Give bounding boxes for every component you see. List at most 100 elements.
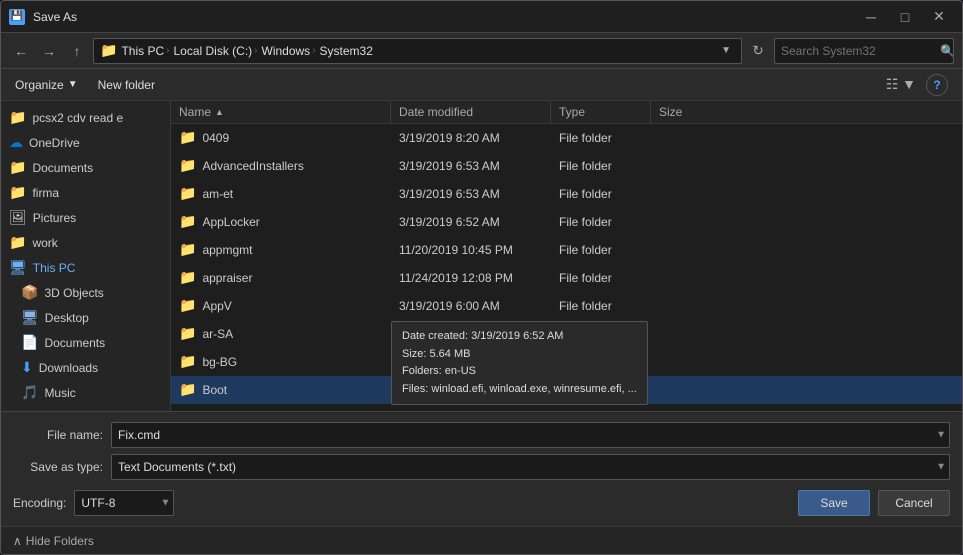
file-type-cell: File folder	[551, 268, 651, 288]
sidebar-item-firma[interactable]: 📁 firma	[1, 180, 170, 205]
table-row[interactable]: 📁 appmgmt 11/20/2019 10:45 PM File folde…	[171, 236, 962, 264]
table-row[interactable]: 📁 appraiser 11/24/2019 12:08 PM File fol…	[171, 264, 962, 292]
file-type-cell: File folder	[551, 156, 651, 176]
file-date-cell: 12/13/2019 1:56 AM	[391, 380, 551, 400]
file-name-cell: 📁 Bthprops	[171, 406, 391, 411]
chevron-icon-3: ›	[312, 45, 315, 56]
table-row[interactable]: 📁 am-et 3/19/2019 6:53 AM File folder	[171, 180, 962, 208]
file-type-cell: File folder	[551, 324, 651, 344]
main-content: 📁 pcsx2 cdv read e ☁ OneDrive 📁 Document…	[1, 101, 962, 411]
file-name-label: appmgmt	[202, 243, 252, 257]
file-name-cell: 📁 Boot	[171, 378, 391, 401]
sidebar-documents-icon: 📁	[9, 159, 26, 176]
file-date-cell: 3/19/2019 6:53 AM	[391, 184, 551, 204]
file-type-cell: File folder	[551, 128, 651, 148]
file-size-cell	[651, 303, 962, 309]
sidebar-desktop-icon: 🖥	[21, 309, 39, 326]
table-row[interactable]: 📁 0409 3/19/2019 8:20 AM File folder	[171, 124, 962, 152]
table-row[interactable]: 📁 bg-BG 3/19/2019 8:22 AM File folder	[171, 348, 962, 376]
folder-icon: 📁	[179, 325, 196, 342]
address-bar[interactable]: 📁 This PC › Local Disk (C:) › Windows › …	[93, 38, 742, 64]
sidebar-music-icon: 🎵	[21, 384, 38, 401]
column-header-date[interactable]: Date modified	[391, 101, 551, 123]
sidebar-item-3dobjects[interactable]: 📦 3D Objects	[1, 280, 170, 305]
table-row[interactable]: 📁 Boot 12/13/2019 1:56 AM File folder	[171, 376, 962, 404]
up-button[interactable]: ↑	[65, 39, 89, 63]
close-button[interactable]: ✕	[924, 7, 954, 27]
savetype-input[interactable]	[111, 454, 950, 480]
hide-folders-arrow-icon: ∧	[13, 534, 22, 548]
sidebar-item-quickaccess-folder[interactable]: 📁 pcsx2 cdv read e	[1, 105, 170, 130]
cancel-button[interactable]: Cancel	[878, 490, 950, 516]
address-segment-localdisk: Local Disk (C:) ›	[173, 44, 257, 58]
file-size-cell	[651, 163, 962, 169]
file-name-cell: 📁 AppLocker	[171, 210, 391, 233]
table-row[interactable]: 📁 AppLocker 3/19/2019 6:52 AM File folde…	[171, 208, 962, 236]
dialog-icon: 💾	[9, 9, 25, 25]
sidebar-item-pictures[interactable]: 🖼 Pictures	[1, 205, 170, 230]
sidebar-3dobjects-icon: 📦	[21, 284, 38, 301]
sidebar-item-desktop[interactable]: 🖥 Desktop	[1, 305, 170, 330]
sidebar-item-documents-pc[interactable]: 📄 Documents	[1, 330, 170, 355]
save-button[interactable]: Save	[798, 490, 870, 516]
file-type-cell: File folder	[551, 408, 651, 412]
file-name-cell: 📁 AppV	[171, 294, 391, 317]
savetype-label: Save as type:	[13, 460, 103, 474]
refresh-button[interactable]: ↻	[746, 39, 770, 63]
sidebar-onedrive-icon: ☁	[9, 134, 23, 151]
column-header-type[interactable]: Type	[551, 101, 651, 123]
sidebar-item-onedrive[interactable]: ☁ OneDrive	[1, 130, 170, 155]
back-button[interactable]: ←	[9, 39, 33, 63]
table-row[interactable]: 📁 AdvancedInstallers 3/19/2019 6:53 AM F…	[171, 152, 962, 180]
new-folder-button[interactable]: New folder	[92, 74, 161, 96]
search-input[interactable]	[781, 44, 936, 58]
file-name-label: AdvancedInstallers	[202, 159, 303, 173]
table-row[interactable]: 📁 ar-SA 11/24/2019 12:08 PM File folder	[171, 320, 962, 348]
search-box[interactable]: 🔍	[774, 38, 954, 64]
file-date-cell: 3/19/2019 8:20 AM	[391, 128, 551, 148]
folder-icon: 📁	[179, 129, 196, 146]
chevron-icon-1: ›	[166, 45, 169, 56]
folder-icon: 📁	[179, 381, 196, 398]
file-name-label: AppV	[202, 299, 231, 313]
file-date-cell: 3/19/2019 6:53 AM	[391, 156, 551, 176]
sidebar-item-work[interactable]: 📁 work	[1, 230, 170, 255]
sidebar-item-music[interactable]: 🎵 Music	[1, 380, 170, 405]
navigation-toolbar: ← → ↑ 📁 This PC › Local Disk (C:) › Wind…	[1, 33, 962, 69]
file-date-cell: 3/19/2019 6:53 AM	[391, 408, 551, 412]
file-date-cell: 3/19/2019 6:00 AM	[391, 296, 551, 316]
file-date-cell: 11/24/2019 12:08 PM	[391, 324, 551, 344]
table-row[interactable]: 📁 Bthprops 3/19/2019 6:53 AM File folder	[171, 404, 962, 411]
file-date-cell: 3/19/2019 6:52 AM	[391, 212, 551, 232]
sidebar-item-downloads[interactable]: ⬇ Downloads	[1, 355, 170, 380]
forward-button[interactable]: →	[37, 39, 61, 63]
dialog-title: Save As	[33, 10, 856, 24]
address-segment-system32: System32	[320, 44, 373, 58]
file-name-cell: 📁 ar-SA	[171, 322, 391, 345]
table-row[interactable]: 📁 AppV 3/19/2019 6:00 AM File folder	[171, 292, 962, 320]
file-type-cell: File folder	[551, 380, 651, 400]
sidebar-item-thispc[interactable]: 🖥 This PC	[1, 255, 170, 280]
file-size-cell	[651, 191, 962, 197]
encoding-select[interactable]: UTF-8 UTF-16 LE UTF-16 BE ANSI	[74, 490, 174, 516]
file-date-cell: 11/24/2019 12:08 PM	[391, 268, 551, 288]
file-type-cell: File folder	[551, 184, 651, 204]
file-type-cell: File folder	[551, 352, 651, 372]
minimize-button[interactable]: ─	[856, 7, 886, 27]
folder-icon: 📁	[179, 409, 196, 411]
title-bar-controls: ─ □ ✕	[856, 7, 954, 27]
folder-icon: 📁	[179, 185, 196, 202]
sidebar-item-documents-quick[interactable]: 📁 Documents	[1, 155, 170, 180]
file-name-label: AppLocker	[202, 215, 259, 229]
maximize-button[interactable]: □	[890, 7, 920, 27]
file-size-cell	[651, 331, 962, 337]
view-controls: ☷ ▼ ?	[874, 68, 954, 101]
column-header-name[interactable]: Name ▲	[171, 101, 391, 123]
address-dropdown-button[interactable]: ▼	[717, 45, 735, 56]
view-toggle-button[interactable]: ☷ ▼	[880, 72, 922, 97]
organize-button[interactable]: Organize ▼	[9, 74, 84, 96]
column-header-size[interactable]: Size	[651, 101, 962, 123]
help-button[interactable]: ?	[926, 74, 948, 96]
filename-input[interactable]	[111, 422, 950, 448]
hide-folders-button[interactable]: ∧ Hide Folders	[13, 534, 94, 548]
